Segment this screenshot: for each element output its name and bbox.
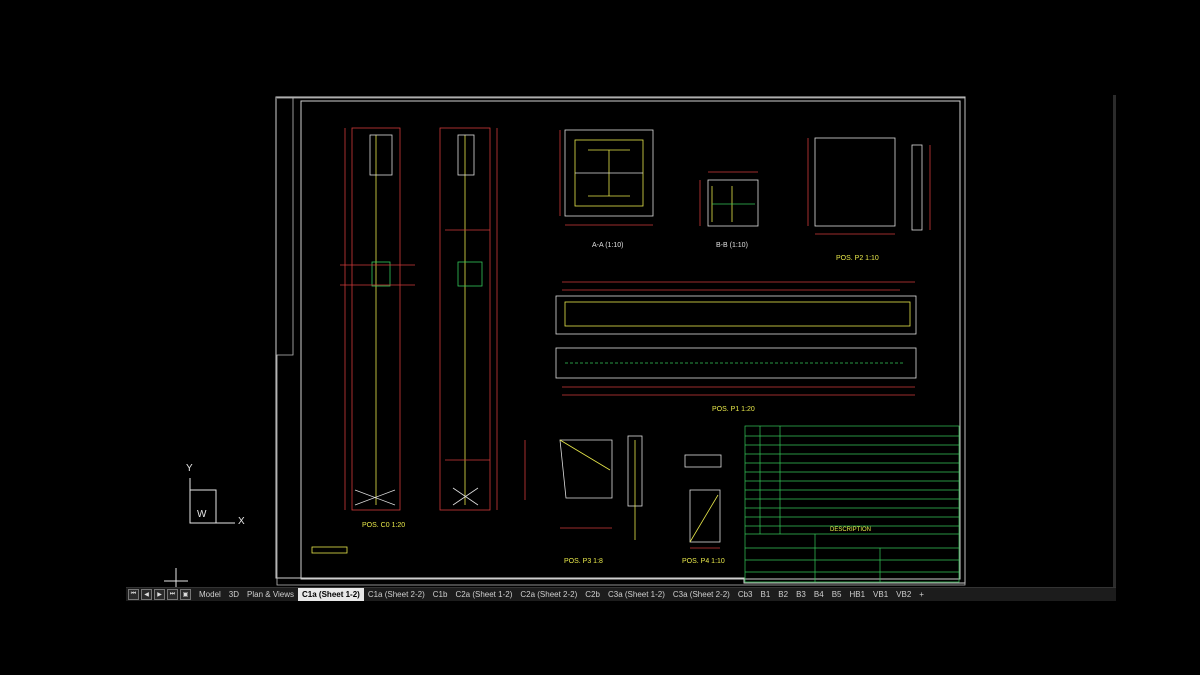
layout-tab[interactable]: C1b: [429, 588, 452, 601]
layout-tab[interactable]: Model: [195, 588, 225, 601]
plate-p1-drawing: [555, 281, 917, 396]
layout-tab[interactable]: C1a (Sheet 1-2): [298, 588, 364, 601]
first-tab-button[interactable]: ⏮: [128, 589, 139, 600]
layout-tab[interactable]: C2a (Sheet 1-2): [451, 588, 516, 601]
cad-drawing-canvas[interactable]: [0, 0, 1200, 675]
layout-tab[interactable]: VB1: [869, 588, 892, 601]
ucs-y-label: Y: [186, 463, 193, 474]
sheet-frame: [276, 97, 966, 586]
layout-tab[interactable]: 3D: [225, 588, 243, 601]
pos-p1-label: POS. P1 1:20: [712, 406, 755, 413]
column-elevation-side: [439, 127, 498, 511]
layout-tab[interactable]: C2b: [581, 588, 604, 601]
layout-tab[interactable]: C2a (Sheet 2-2): [516, 588, 581, 601]
plate-p3-drawing: [524, 435, 643, 540]
plate-p4-drawing: [684, 454, 722, 549]
layout-tab[interactable]: Plan & Views: [243, 588, 298, 601]
layout-menu-icon[interactable]: ▣: [180, 589, 191, 600]
next-tab-button[interactable]: ▶: [154, 589, 165, 600]
section-aa-drawing: [559, 129, 654, 226]
pos-c0-label: POS. C0 1:20: [362, 522, 406, 529]
layout-tab[interactable]: VB2: [892, 588, 915, 601]
layout-tab[interactable]: B5: [828, 588, 846, 601]
ucs-w-label: W: [197, 509, 207, 520]
layout-tab[interactable]: C1a (Sheet 2-2): [364, 588, 429, 601]
layout-tab[interactable]: C3a (Sheet 1-2): [604, 588, 669, 601]
column-elevation-front: [340, 127, 415, 511]
layout-tab[interactable]: B2: [774, 588, 792, 601]
pos-p2-label: POS. P2 1:10: [836, 255, 879, 262]
layout-tab[interactable]: B4: [810, 588, 828, 601]
pos-p3-label: POS. P3 1:8: [564, 558, 603, 565]
layout-tab[interactable]: +: [915, 588, 928, 601]
layout-tab-bar: ⏮ ◀ ▶ ⏭ ▣ Model 3D Plan & Views C1a (Sheet …: [126, 587, 1116, 601]
section-bb-drawing: [699, 171, 759, 227]
section-aa-label: A-A (1:10): [592, 242, 624, 249]
pos-p4-label: POS. P4 1:10: [682, 558, 725, 565]
last-tab-button[interactable]: ⏭: [167, 589, 178, 600]
title-block: [744, 425, 960, 583]
section-bb-label: B-B (1:10): [716, 242, 748, 249]
vertical-scrollbar[interactable]: [1113, 95, 1116, 600]
title-block-description: DESCRIPTION: [830, 527, 872, 533]
layout-tab[interactable]: B3: [792, 588, 810, 601]
prev-tab-button[interactable]: ◀: [141, 589, 152, 600]
layout-tab[interactable]: C3a (Sheet 2-2): [669, 588, 734, 601]
layout-tab[interactable]: Cb3: [734, 588, 757, 601]
scale-bar: [311, 546, 348, 554]
layout-tab[interactable]: B1: [757, 588, 775, 601]
plate-p2-drawing: [807, 137, 931, 235]
ucs-x-label: X: [238, 516, 245, 527]
layout-tab[interactable]: HB1: [845, 588, 869, 601]
